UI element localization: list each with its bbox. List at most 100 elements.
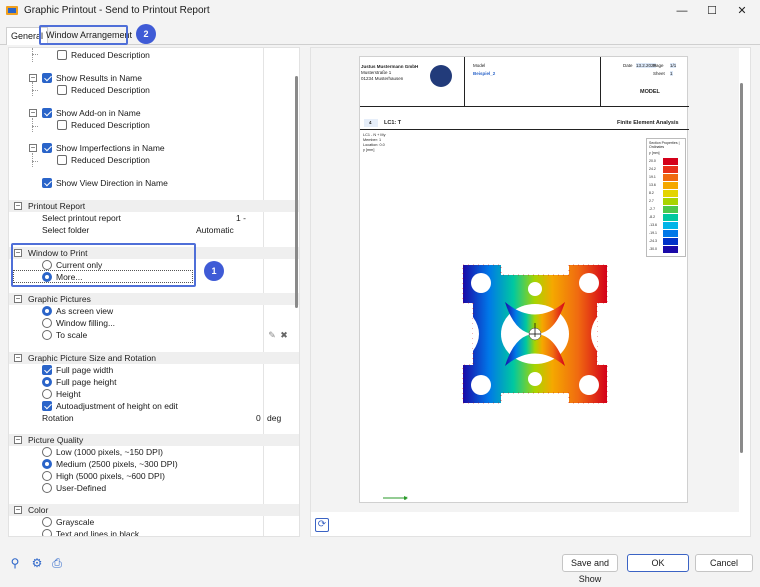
quality-medium-radio[interactable] [42, 459, 52, 469]
tab-window-arrangement[interactable]: Window Arrangement [42, 27, 136, 45]
group-picture-quality[interactable]: − Picture Quality [9, 434, 299, 446]
preview-scrollbar[interactable] [740, 83, 743, 453]
show-imperfections-in-name-checkbox[interactable] [42, 143, 52, 153]
row-select-printout-report[interactable]: Select printout report 1 - [9, 212, 299, 224]
window-filling-radio[interactable] [42, 318, 52, 328]
row-height[interactable]: Height [9, 388, 299, 400]
full-page-width-checkbox[interactable] [42, 365, 52, 375]
height-radio[interactable] [42, 389, 52, 399]
settings-scrollbar[interactable] [295, 76, 298, 308]
edit-scale-icon[interactable]: ✎ [267, 330, 277, 340]
row-autoadjustment[interactable]: Autoadjustment of height on edit [9, 400, 299, 412]
group-window-to-print[interactable]: − Window to Print [9, 247, 299, 259]
row-as-screen-view[interactable]: As screen view [9, 305, 299, 317]
row-grayscale[interactable]: Grayscale [9, 516, 299, 528]
app-logo-icon [6, 6, 18, 15]
legend-row: -13.6 [649, 222, 685, 229]
reduced-description-2-checkbox[interactable] [57, 85, 67, 95]
current-only-radio[interactable] [42, 260, 52, 270]
legend-value: 8.2 [649, 191, 654, 195]
settings-icon[interactable]: ⚙ [30, 556, 44, 570]
rotation-value[interactable]: 0 [256, 412, 261, 424]
row-show-imperfections-in-name[interactable]: − Show Imperfections in Name [9, 142, 299, 154]
collapse-icon[interactable]: − [29, 109, 37, 117]
reduced-description-3-checkbox[interactable] [57, 120, 67, 130]
collapse-icon[interactable]: − [29, 74, 37, 82]
quality-user-defined-radio[interactable] [42, 483, 52, 493]
save-and-show-button[interactable]: Save and Show [562, 554, 618, 584]
row-quality-high[interactable]: High (5000 pixels, ~600 DPI) [9, 470, 299, 482]
full-page-height-radio[interactable] [42, 377, 52, 387]
row-quality-user-defined[interactable]: User-Defined [9, 482, 299, 494]
as-screen-view-label: As screen view [56, 306, 114, 316]
full-page-width-label: Full page width [56, 365, 114, 375]
save-template-icon[interactable]: ⎙ [50, 556, 64, 570]
quality-high-radio[interactable] [42, 471, 52, 481]
row-select-folder[interactable]: Select folder Automatic [9, 224, 299, 236]
row-reduced-description-3[interactable]: Reduced Description [9, 119, 299, 131]
title-bar: Graphic Printout - Send to Printout Repo… [0, 0, 760, 22]
sheet-value: 1 [670, 71, 673, 76]
help-icon[interactable]: ⚲ [8, 556, 22, 570]
row-show-addon-in-name[interactable]: − Show Add-on in Name [9, 107, 299, 119]
info-line-4: y [mm] [363, 148, 375, 152]
step-badge-1: 1 [204, 261, 224, 281]
row-text-lines-black[interactable]: Text and lines in black [9, 528, 299, 536]
collapse-icon[interactable]: − [14, 436, 22, 444]
reduced-description-1-checkbox[interactable] [57, 50, 67, 60]
show-addon-in-name-checkbox[interactable] [42, 108, 52, 118]
row-reduced-description-4[interactable]: Reduced Description [9, 154, 299, 166]
delete-icon[interactable]: ✖ [279, 330, 289, 340]
collapse-icon[interactable]: − [14, 354, 22, 362]
group-graphic-pictures[interactable]: − Graphic Pictures [9, 293, 299, 305]
chapter-title: LC1: T [384, 120, 402, 126]
row-reduced-description-1[interactable]: Reduced Description [9, 49, 299, 61]
settings-panel: Reduced Description − Show Results in Na… [8, 47, 300, 537]
legend-row: 8.2 [649, 190, 685, 197]
legend-swatch [663, 174, 678, 181]
as-screen-view-radio[interactable] [42, 306, 52, 316]
row-reduced-description-2[interactable]: Reduced Description [9, 84, 299, 96]
color-header: Color [28, 505, 49, 515]
select-printout-report-value[interactable]: 1 - [236, 212, 246, 224]
legend-row: 24.2 [649, 166, 685, 173]
row-quality-low[interactable]: Low (1000 pixels, ~150 DPI) [9, 446, 299, 458]
row-show-view-direction-in-name[interactable]: Show View Direction in Name [9, 177, 299, 189]
row-show-results-in-name[interactable]: − Show Results in Name [9, 72, 299, 84]
collapse-icon[interactable]: − [14, 295, 22, 303]
collapse-icon[interactable]: − [14, 202, 22, 210]
row-window-filling[interactable]: Window filling... [9, 317, 299, 329]
row-rotation[interactable]: Rotation 0 deg [9, 412, 299, 424]
grayscale-radio[interactable] [42, 517, 52, 527]
collapse-icon[interactable]: − [29, 144, 37, 152]
autoadjustment-checkbox[interactable] [42, 401, 52, 411]
show-view-direction-in-name-checkbox[interactable] [42, 178, 52, 188]
group-size-rotation[interactable]: − Graphic Picture Size and Rotation [9, 352, 299, 364]
refresh-preview-button[interactable]: ⟳ [315, 518, 329, 532]
collapse-icon[interactable]: − [14, 506, 22, 514]
group-color[interactable]: − Color [9, 504, 299, 516]
chapter-right-title: Finite Element Analysis [617, 120, 679, 126]
legend-value: -13.6 [649, 223, 657, 227]
reduced-description-3-label: Reduced Description [71, 120, 150, 130]
row-full-page-width[interactable]: Full page width [9, 364, 299, 376]
cancel-button[interactable]: Cancel [695, 554, 753, 572]
row-quality-medium[interactable]: Medium (2500 pixels, ~300 DPI) [9, 458, 299, 470]
tab-bar: General Window Arrangement [0, 25, 760, 45]
to-scale-radio[interactable] [42, 330, 52, 340]
ok-button[interactable]: OK [627, 554, 689, 572]
maximize-button[interactable]: ☐ [698, 2, 726, 20]
show-results-in-name-checkbox[interactable] [42, 73, 52, 83]
close-button[interactable]: ✕ [728, 2, 756, 20]
row-to-scale[interactable]: To scale ✎ ✖ [9, 329, 299, 341]
legend-value: -19.1 [649, 231, 657, 235]
quality-low-radio[interactable] [42, 447, 52, 457]
select-folder-value[interactable]: Automatic [196, 224, 234, 236]
row-full-page-height[interactable]: Full page height [9, 376, 299, 388]
legend-swatch [663, 214, 678, 221]
text-lines-black-radio[interactable] [42, 529, 52, 536]
minimize-button[interactable]: — [668, 2, 696, 20]
group-printout-report[interactable]: − Printout Report [9, 200, 299, 212]
collapse-icon[interactable]: − [14, 249, 22, 257]
reduced-description-4-checkbox[interactable] [57, 155, 67, 165]
